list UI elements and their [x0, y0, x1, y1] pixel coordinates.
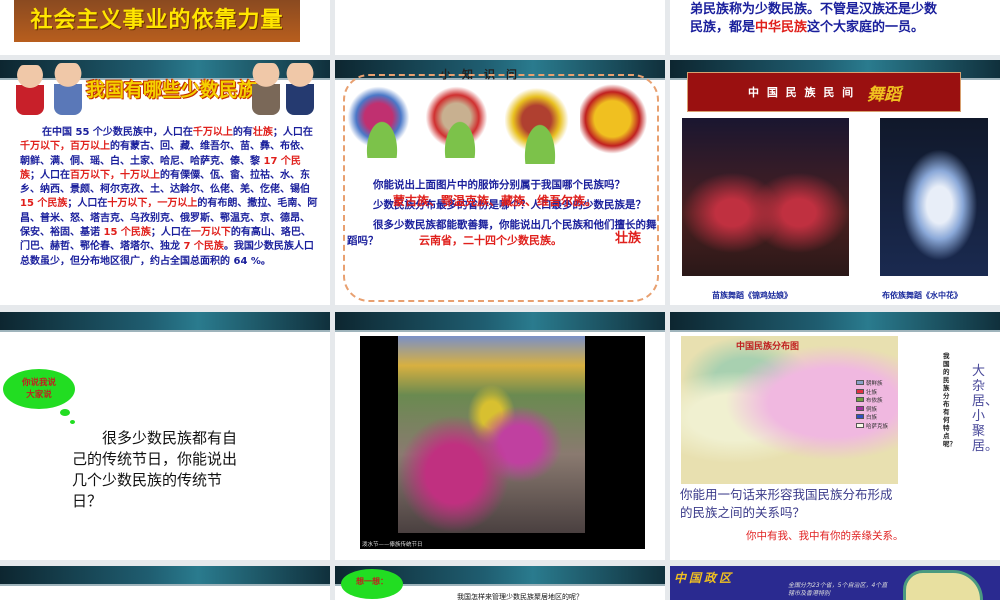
- slide-thumbnail-11[interactable]: 想一想： 我国怎样来管理少数民族聚居地区的呢？: [335, 566, 665, 600]
- legend-swatch: [856, 405, 864, 411]
- slide-thumbnail-12[interactable]: 中国政区 全国分为23个省，5个自治区，4个直辖市及香港特别: [670, 566, 1000, 600]
- photo-caption-2: 布依族舞蹈《水中花》: [882, 291, 962, 300]
- banner-text: 中 国 民 族 民 间: [748, 86, 856, 99]
- highlight-text: 15 个民族: [103, 227, 151, 239]
- slide-thumbnail-8[interactable]: 泼水节——傣族传统节日: [335, 312, 665, 560]
- slide-thumbnail-5[interactable]: 小 知 识 问 你能说出上面图片中的服饰分别属于我国哪个民族吗？ 蒙古族、鄂温克…: [335, 60, 665, 305]
- slide-title: 我国有哪些少数民族?: [86, 79, 269, 101]
- slide-text-line: 弟民族称为少数民族。不管是汉族还是少数: [690, 2, 938, 17]
- thought-bubble: 想一想：: [341, 569, 403, 599]
- miao-dance-photo: [682, 118, 849, 276]
- highlight-text: 壮族: [252, 127, 273, 138]
- legend-swatch: [856, 422, 864, 428]
- legend-item: 侗族: [856, 405, 888, 415]
- slide-header-bar: [0, 566, 330, 586]
- slide-thumbnail-1[interactable]: 社会主义事业的依靠力量: [0, 0, 330, 55]
- legend-label: 壮族: [866, 389, 878, 396]
- doll-figure-image: [16, 65, 44, 115]
- banner-title: 社会主义事业的依靠力量: [30, 8, 284, 33]
- paragraph-text: ；人口在: [272, 127, 313, 138]
- slide-text: 这个大家庭的一员。: [807, 20, 925, 35]
- bubble-dot: [70, 420, 75, 424]
- question-1: 你能说出上面图片中的服饰分别属于我国哪个民族吗？: [373, 179, 625, 191]
- slide-thumbnail-4[interactable]: 我国有哪些少数民族? 在中国 55 个少数民族中，人口在千万以上的有壮族；人口在…: [0, 60, 330, 305]
- highlight-text: 十万以下，一万以上: [107, 198, 198, 210]
- vertical-question: 我国的民族分布有何特点呢？: [943, 352, 956, 448]
- slide-thumbnail-10[interactable]: [0, 566, 330, 600]
- buyi-dance-photo: [880, 118, 988, 276]
- legend-item: 壮族: [856, 388, 888, 398]
- slide-thumbnail-9[interactable]: 中国民族分布图 朝鲜族壮族布依族侗族白族哈萨克族 我国的民族分布有何特点呢？ 大…: [670, 312, 1000, 560]
- answer-2: 云南省，二十四个少数民族。: [419, 234, 562, 247]
- slide-header-bar: [0, 312, 330, 332]
- costume-cartoon-image: [580, 82, 652, 164]
- relationship-question: 你能用一句话来形容我国民族分布形成的民族之间的关系吗？: [680, 487, 893, 520]
- bubble-text: 你说我说大家说: [21, 378, 56, 400]
- water-festival-photo: 泼水节——傣族传统节日: [360, 336, 645, 549]
- legend-label: 侗族: [866, 406, 878, 413]
- legend-swatch: [856, 380, 864, 385]
- paragraph-text: 在中国 55 个少数民族中，人口在: [42, 127, 193, 138]
- answer-1: 蒙古族、鄂温克族、藏族、维吾尔族。: [393, 194, 598, 208]
- highlight-text: 7 个民族: [183, 241, 224, 253]
- banner-art-text: 舞蹈: [867, 84, 902, 105]
- legend-label: 朝鲜族: [866, 381, 883, 387]
- banner-image: 社会主义事业的依靠力量: [14, 0, 300, 42]
- slide-title: 中国政区: [674, 571, 735, 585]
- slide-header-bar: [335, 312, 665, 332]
- slide-thumbnail-6[interactable]: 中 国 民 族 民 间 舞蹈 苗族舞蹈《锦鸡姑娘》 布依族舞蹈《水中花》: [670, 60, 1000, 305]
- festival-question: 很多少数民族都有自己的传统节日，你能说出几个少数民族的传统节日？: [72, 429, 238, 510]
- legend-swatch: [856, 414, 864, 419]
- costume-cartoon-image: [347, 84, 417, 158]
- map-image: [903, 570, 983, 600]
- legend-item: 哈萨克族: [856, 422, 889, 432]
- costume-cartoon-image: [425, 84, 495, 158]
- photo-caption-1: 苗族舞蹈《锦鸡姑娘》: [712, 291, 792, 300]
- legend-label: 白族: [866, 415, 878, 421]
- paragraph-text: 的有: [232, 127, 253, 138]
- slide-thumbnail-3[interactable]: 弟民族称为少数民族。不管是汉族还是少数 民族，都是中华民族这个大家庭的一员。: [670, 0, 1000, 55]
- legend-label: 哈萨克族: [866, 423, 889, 430]
- paragraph-text: ；人口在: [30, 169, 70, 181]
- doll-figure-image: [252, 63, 280, 115]
- highlight-text: 15 个民族: [20, 198, 68, 210]
- highlight-text: 一万以下: [190, 227, 231, 239]
- paragraph-text: ；人口在: [67, 198, 108, 210]
- highlight-text: 千万以上: [192, 127, 233, 138]
- slide-header-bar: [670, 312, 1000, 332]
- legend-swatch: [856, 397, 864, 402]
- legend-item: 布依族: [856, 397, 888, 406]
- slide-thumbnail-2[interactable]: [335, 0, 665, 55]
- bubble-dot: [60, 409, 70, 416]
- map-legend: 朝鲜族壮族布依族侗族白族哈萨克族: [856, 380, 888, 431]
- legend-swatch: [856, 388, 864, 394]
- doll-figure-image: [54, 63, 82, 115]
- distribution-answer: 大杂居、小聚居。: [972, 364, 999, 454]
- legend-label: 布依族: [866, 398, 883, 404]
- bubble-text: 想一想：: [356, 577, 388, 586]
- dance-banner: 中 国 民 族 民 间 舞蹈: [687, 72, 961, 112]
- legend-item: 白族: [856, 414, 888, 423]
- answer-3: 壮族: [615, 231, 642, 246]
- management-question: 我国怎样来管理少数民族聚居地区的呢？: [457, 593, 583, 600]
- slide-text: 全国分为23个省，5个自治区，4个直辖市及香港特别: [788, 582, 888, 597]
- doll-figure-image: [286, 63, 314, 115]
- ethnic-groups-paragraph: 在中国 55 个少数民族中，人口在千万以上的有壮族；人口在千万以下，百万以上的有…: [20, 126, 318, 269]
- thought-bubble: 你说我说大家说: [3, 369, 75, 409]
- highlight-text: 千万以下，百万以上: [20, 141, 110, 153]
- ethnic-distribution-map: 中国民族分布图 朝鲜族壮族布依族侗族白族哈萨克族: [681, 336, 898, 484]
- photo-caption: 泼水节——傣族传统节日: [362, 542, 423, 548]
- paragraph-text: ；人口在: [150, 227, 191, 239]
- relationship-answer: 你中有我、我中有你的亲缘关系。: [746, 530, 904, 542]
- costume-cartoon-image: [505, 84, 575, 164]
- slide-thumbnail-7[interactable]: 你说我说大家说 很多少数民族都有自己的传统节日，你能说出几个少数民族的传统节日？: [0, 312, 330, 560]
- legend-item: 朝鲜族: [856, 380, 888, 389]
- highlight-text: 百万以下，十万以上: [70, 169, 160, 181]
- highlight-text: 中华民族: [755, 20, 808, 35]
- slide-text: 民族，都是: [690, 20, 756, 35]
- map-title: 中国民族分布图: [736, 342, 800, 352]
